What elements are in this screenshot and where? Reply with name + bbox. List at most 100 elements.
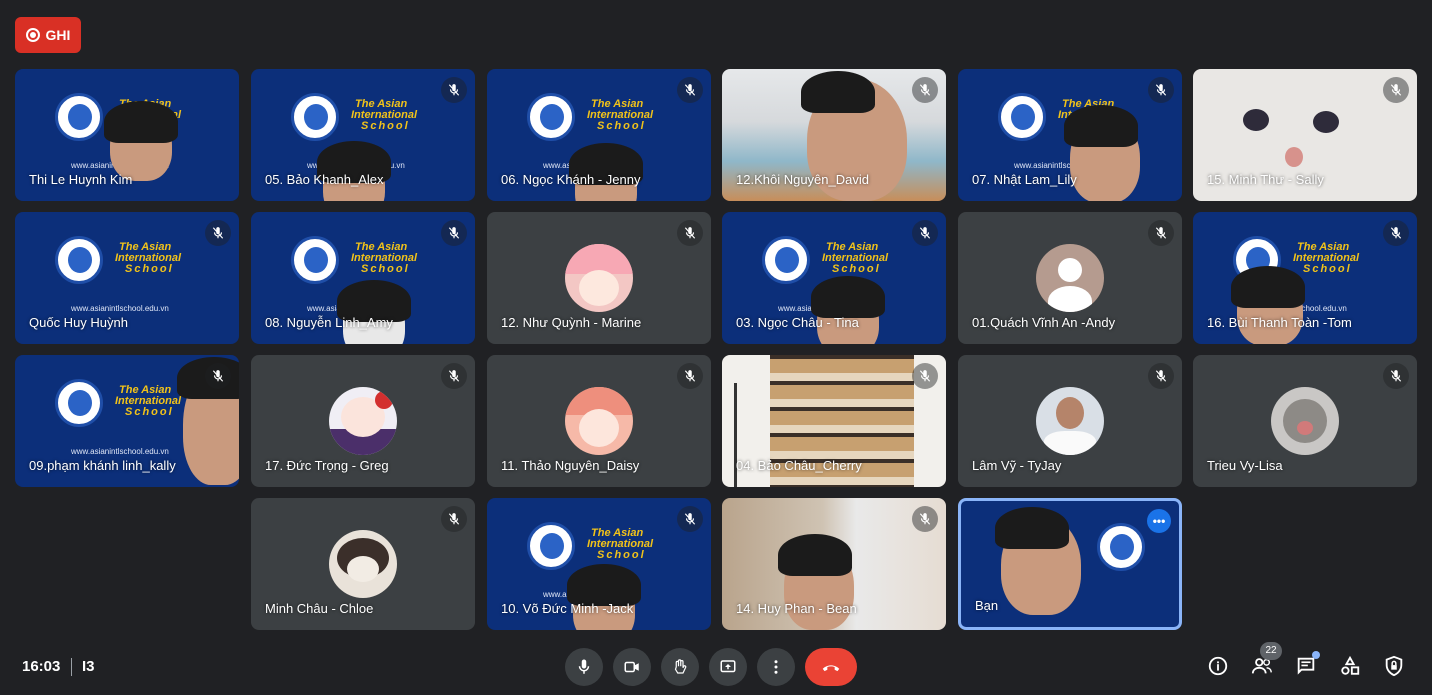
avatar <box>1036 387 1104 455</box>
more-options-icon[interactable]: ••• <box>1147 509 1171 533</box>
mic-off-icon <box>205 220 231 246</box>
participant-tile[interactable]: The AsianInternationalSchool www.asianin… <box>15 69 239 201</box>
participant-tile[interactable]: 11. Thảo Nguyên_Daisy <box>487 355 711 487</box>
mic-icon <box>578 659 590 674</box>
school-website: www.asianintlschool.edu.vn <box>71 304 169 313</box>
participant-name: 12.Khôi Nguyên_David <box>736 172 869 187</box>
school-logo <box>291 93 339 141</box>
participant-tile[interactable]: Minh Châu - Chloe <box>251 498 475 630</box>
participant-tile[interactable]: 04. Bảo Châu_Cherry <box>722 355 946 487</box>
participant-tile[interactable]: The AsianInternationalSchool www.asianin… <box>487 498 711 630</box>
school-logo <box>55 379 103 427</box>
participant-tile[interactable]: Trieu Vy-Lisa <box>1193 355 1417 487</box>
school-logo <box>55 236 103 284</box>
mic-off-icon <box>441 363 467 389</box>
mic-off-icon <box>677 77 703 103</box>
school-name: The AsianInternationalSchool <box>822 241 889 275</box>
school-name: The AsianInternationalSchool <box>587 527 654 561</box>
school-logo <box>291 236 339 284</box>
participant-name: 08. Nguyễn Linh_Amy <box>265 315 393 330</box>
school-logo <box>762 236 810 284</box>
mic-off-icon <box>205 363 231 389</box>
participant-tile[interactable]: The AsianInternationalSchool www.asianin… <box>722 212 946 344</box>
participant-tile[interactable]: The AsianInternationalSchool www.asianin… <box>1193 212 1417 344</box>
more-options-button[interactable] <box>757 648 795 686</box>
present-button[interactable] <box>709 648 747 686</box>
cat-eye-right <box>1313 111 1339 133</box>
school-name: The AsianInternationalSchool <box>115 241 182 275</box>
participant-video <box>1231 266 1305 344</box>
school-website: www.asianintlschool.edu.vn <box>71 447 169 456</box>
avatar <box>565 244 633 312</box>
avatar <box>565 387 633 455</box>
bottom-bar: 16:03 I3 22 <box>0 640 1432 695</box>
mic-off-icon <box>1148 220 1174 246</box>
mic-off-icon <box>677 363 703 389</box>
call-controls <box>565 648 857 686</box>
avatar <box>329 530 397 598</box>
divider <box>71 658 72 676</box>
camera-button[interactable] <box>613 648 651 686</box>
activities-button[interactable] <box>1334 650 1366 682</box>
info-icon <box>1208 656 1228 676</box>
meeting-code: I3 <box>82 658 95 675</box>
participant-tile[interactable]: The AsianInternationalSchool www.asianin… <box>251 212 475 344</box>
participant-tile[interactable]: The AsianInternationalSchool www.asianin… <box>15 212 239 344</box>
mic-off-icon <box>441 220 467 246</box>
chat-button[interactable] <box>1290 650 1322 682</box>
hang-up-icon <box>822 665 840 672</box>
mic-off-icon <box>677 220 703 246</box>
mic-off-icon <box>1383 220 1409 246</box>
participant-name: Thi Le Huynh Kim <box>29 172 133 187</box>
participant-name: 06. Ngọc Khánh - Jenny <box>501 172 641 187</box>
participant-tile[interactable]: 15. Minh Thư - Sally <box>1193 69 1417 201</box>
participant-tile[interactable]: 14. Huy Phan - Bean <box>722 498 946 630</box>
mic-off-icon <box>912 363 938 389</box>
participant-name: 03. Ngọc Châu - Tina <box>736 315 859 330</box>
participant-tile[interactable]: The AsianInternationalSchool www.asianin… <box>487 69 711 201</box>
participant-tile[interactable]: 12.Khôi Nguyên_David <box>722 69 946 201</box>
school-logo <box>1097 523 1145 571</box>
participant-name: 01.Quách Vĩnh An -Andy <box>972 315 1116 330</box>
meeting-time: 16:03 <box>22 658 61 675</box>
participant-tile[interactable]: Lâm Vỹ - TyJay <box>958 355 1182 487</box>
participant-tile[interactable]: The AsianInternationalSchool www.asianin… <box>251 69 475 201</box>
cat-mouth <box>1285 147 1303 167</box>
participant-name: 04. Bảo Châu_Cherry <box>736 458 862 473</box>
mic-off-icon <box>912 506 938 532</box>
participant-name: Bạn <box>975 598 999 613</box>
participant-name: 17. Đức Trọng - Greg <box>265 458 389 473</box>
participant-name: Minh Châu - Chloe <box>265 601 374 616</box>
end-call-button[interactable] <box>805 648 857 686</box>
self-view-tile[interactable]: ••• Bạn <box>958 498 1182 630</box>
participant-tile[interactable]: 01.Quách Vĩnh An -Andy <box>958 212 1182 344</box>
mic-button[interactable] <box>565 648 603 686</box>
participant-video <box>104 101 178 181</box>
hand-icon <box>674 659 687 674</box>
people-button[interactable]: 22 <box>1246 642 1282 682</box>
participant-name: 05. Bảo Khanh_Alex <box>265 172 384 187</box>
mic-off-icon <box>677 506 703 532</box>
mic-off-icon <box>912 220 938 246</box>
avatar <box>329 387 397 455</box>
mic-off-icon <box>441 506 467 532</box>
participants-count-badge: 22 <box>1260 642 1282 660</box>
unread-indicator <box>1312 651 1320 659</box>
school-logo <box>998 93 1046 141</box>
participant-tile[interactable]: The AsianInternationalSchool www.asianin… <box>958 69 1182 201</box>
participant-grid: The AsianInternationalSchool www.asianin… <box>0 0 1432 640</box>
raise-hand-button[interactable] <box>661 648 699 686</box>
participant-tile[interactable]: The AsianInternationalSchool www.asianin… <box>15 355 239 487</box>
side-controls: 22 <box>1202 642 1410 682</box>
mic-off-icon <box>1148 363 1174 389</box>
participant-video <box>778 534 854 630</box>
school-name: The AsianInternationalSchool <box>351 241 418 275</box>
school-logo <box>527 522 575 570</box>
host-controls-button[interactable] <box>1378 650 1410 682</box>
participant-tile[interactable]: 17. Đức Trọng - Greg <box>251 355 475 487</box>
participant-tile[interactable]: 12. Như Quỳnh - Marine <box>487 212 711 344</box>
participant-name: 14. Huy Phan - Bean <box>736 601 857 616</box>
cat-eye-left <box>1243 109 1269 131</box>
meeting-details-button[interactable] <box>1202 650 1234 682</box>
mic-off-icon <box>1148 77 1174 103</box>
